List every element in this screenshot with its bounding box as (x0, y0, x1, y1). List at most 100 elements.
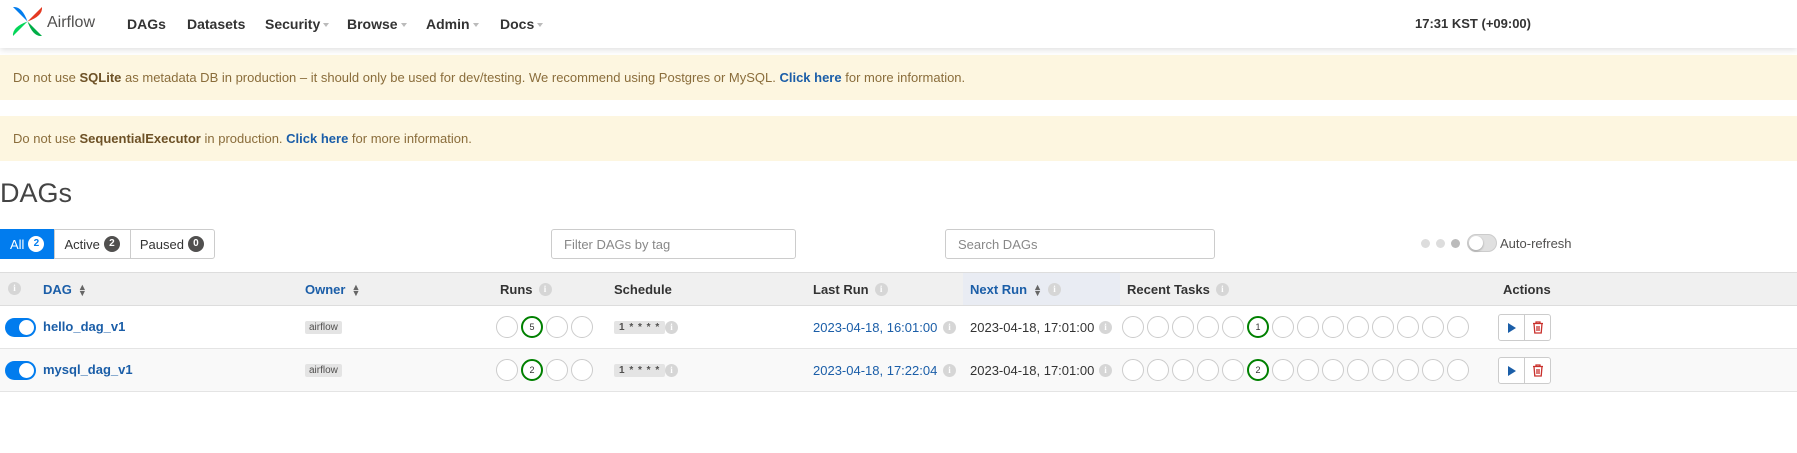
executor-warning-alert: Do not use SequentialExecutor in product… (0, 116, 1797, 161)
dag-column-header[interactable]: DAG ▲ ▼ (43, 282, 87, 297)
info-icon[interactable]: i (1047, 283, 1061, 296)
tag-filter-input[interactable] (551, 229, 796, 259)
info-icon[interactable]: i (1099, 364, 1112, 377)
nav-admin[interactable]: Admin (426, 16, 479, 32)
task-state-circle[interactable] (1372, 316, 1394, 338)
delete-dag-button[interactable] (1524, 357, 1551, 384)
task-state-circle[interactable] (1222, 359, 1244, 381)
nav-docs[interactable]: Docs (500, 16, 544, 32)
task-state-circle[interactable] (1322, 316, 1344, 338)
sqlite-info-link[interactable]: Click here (779, 70, 841, 85)
task-state-circle[interactable] (1322, 359, 1344, 381)
run-state-circle[interactable]: 2 (521, 359, 543, 381)
chevron-down-icon (400, 23, 407, 28)
task-state-circle[interactable] (1347, 316, 1369, 338)
task-state-circle[interactable] (1422, 316, 1444, 338)
task-state-circle[interactable] (1197, 316, 1219, 338)
executor-info-link[interactable]: Click here (286, 131, 348, 146)
sort-icon: ▲ ▼ (351, 281, 361, 298)
task-state-circle[interactable] (1147, 359, 1169, 381)
task-state-circle[interactable] (1122, 359, 1144, 381)
owner-tag[interactable]: airflow (305, 321, 342, 334)
play-icon (1507, 365, 1516, 376)
last-run-link[interactable]: 2023-04-18, 17:22:04 (813, 363, 937, 378)
sort-icon: ▲ ▼ (1033, 281, 1042, 298)
info-icon[interactable]: i (538, 283, 552, 296)
nav-security[interactable]: Security (265, 16, 330, 32)
task-state-circle[interactable] (1122, 316, 1144, 338)
info-icon[interactable]: i (1215, 283, 1229, 296)
nav-datasets[interactable]: Datasets (187, 16, 245, 32)
info-icon[interactable]: i (665, 364, 678, 377)
chevron-down-icon (323, 23, 330, 28)
info-icon[interactable]: i (943, 364, 956, 377)
task-state-circle[interactable] (1347, 359, 1369, 381)
count-badge: 0 (187, 236, 204, 252)
last-run-column-header: Last Run i (813, 282, 888, 297)
task-state-circle[interactable] (1447, 359, 1469, 381)
task-state-circle[interactable]: 2 (1247, 359, 1269, 381)
info-icon[interactable]: i (8, 282, 21, 295)
trash-icon (1532, 364, 1543, 377)
brand-name: Airflow (47, 14, 96, 31)
brand[interactable]: Airflow (10, 4, 95, 39)
chevron-down-icon (472, 23, 479, 28)
filter-all-button[interactable]: All 2 (0, 229, 56, 259)
info-icon[interactable]: i (874, 283, 888, 296)
dag-runs-circles: 2 (496, 359, 593, 381)
schedule-tag: 1 * * * * (614, 364, 666, 377)
delete-dag-button[interactable] (1524, 314, 1551, 341)
run-state-circle[interactable] (496, 316, 518, 338)
task-state-circle[interactable] (1297, 359, 1319, 381)
nav-dags[interactable]: DAGs (127, 16, 166, 32)
task-state-circle[interactable] (1197, 359, 1219, 381)
auto-refresh-toggle[interactable] (1467, 234, 1497, 252)
dag-pause-toggle[interactable] (5, 318, 36, 337)
owner-column-header[interactable]: Owner ▲ ▼ (305, 282, 360, 297)
task-state-circle[interactable] (1272, 359, 1294, 381)
task-state-circle[interactable] (1372, 359, 1394, 381)
task-state-circle[interactable] (1422, 359, 1444, 381)
next-run-value: 2023-04-18, 17:01:00 (970, 320, 1095, 335)
timezone-clock[interactable]: 17:31 KST (+09:00) (1415, 16, 1531, 31)
auto-refresh-label: Auto-refresh (1500, 236, 1572, 251)
next-run-column-header[interactable]: Next Run ▲ ▼ i (970, 282, 1061, 297)
count-badge: 2 (28, 236, 45, 252)
task-state-circle[interactable]: 1 (1247, 316, 1269, 338)
sort-icon: ▲ ▼ (77, 281, 87, 298)
owner-tag[interactable]: airflow (305, 364, 342, 377)
dags-table-header: i DAG ▲ ▼ Owner ▲ ▼ Runs i Schedule Last Run i… (0, 272, 1797, 306)
task-state-circle[interactable] (1172, 359, 1194, 381)
runs-column-header: Runs i (500, 282, 552, 297)
nav-browse[interactable]: Browse (347, 16, 407, 32)
run-state-circle[interactable]: 5 (521, 316, 543, 338)
run-state-circle[interactable] (546, 316, 568, 338)
task-state-circle[interactable] (1272, 316, 1294, 338)
play-icon (1507, 322, 1516, 333)
info-icon[interactable]: i (1099, 321, 1112, 334)
dag-pause-toggle[interactable] (5, 361, 36, 380)
task-state-circle[interactable] (1147, 316, 1169, 338)
trigger-dag-button[interactable] (1498, 357, 1525, 384)
info-icon[interactable]: i (665, 321, 678, 334)
task-state-circle[interactable] (1222, 316, 1244, 338)
task-state-circle[interactable] (1397, 316, 1419, 338)
last-run-link[interactable]: 2023-04-18, 16:01:00 (813, 320, 937, 335)
run-state-circle[interactable] (571, 316, 593, 338)
trigger-dag-button[interactable] (1498, 314, 1525, 341)
filter-paused-button[interactable]: Paused 0 (129, 229, 215, 259)
top-navbar: Airflow DAGs Datasets Security Browse Ad… (0, 0, 1797, 48)
run-state-circle[interactable] (546, 359, 568, 381)
filter-active-button[interactable]: Active 2 (54, 229, 131, 259)
dag-runs-circles: 5 (496, 316, 593, 338)
run-state-circle[interactable] (496, 359, 518, 381)
info-icon[interactable]: i (943, 321, 956, 334)
dag-id-link[interactable]: hello_dag_v1 (43, 319, 125, 334)
search-dags-input[interactable] (945, 229, 1215, 259)
task-state-circle[interactable] (1297, 316, 1319, 338)
task-state-circle[interactable] (1447, 316, 1469, 338)
dag-id-link[interactable]: mysql_dag_v1 (43, 362, 133, 377)
task-state-circle[interactable] (1397, 359, 1419, 381)
run-state-circle[interactable] (571, 359, 593, 381)
task-state-circle[interactable] (1172, 316, 1194, 338)
